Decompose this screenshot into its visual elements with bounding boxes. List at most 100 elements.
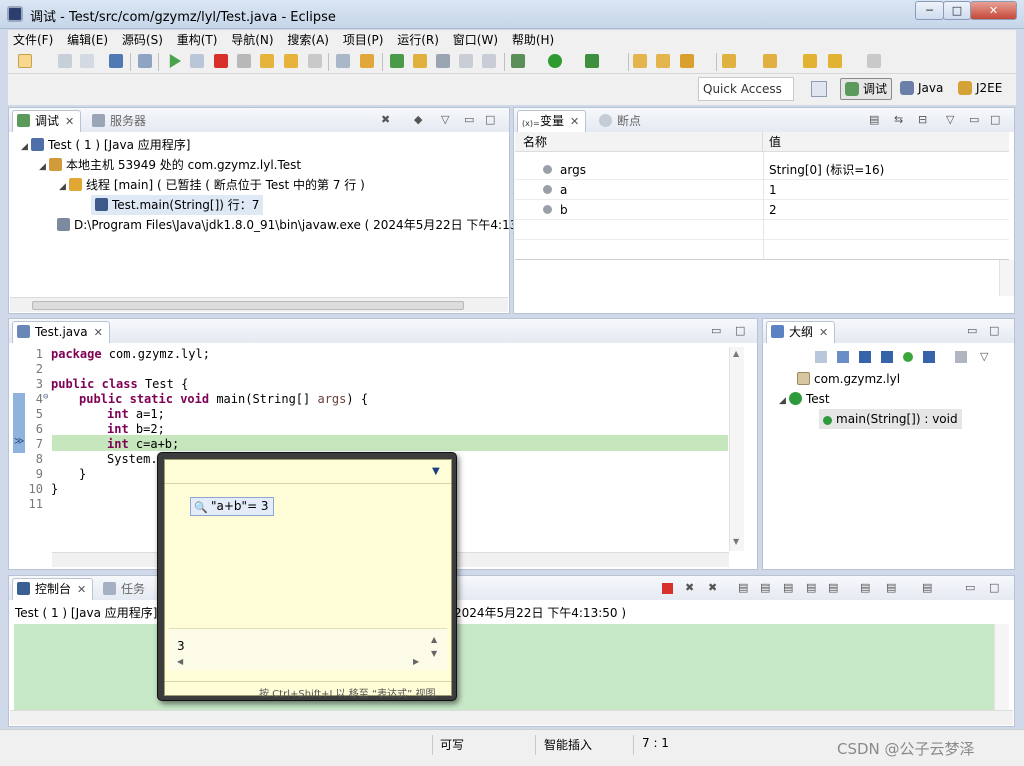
menu-search[interactable]: 搜索(A) [282, 30, 334, 50]
chevron-down-icon[interactable]: ▼ [432, 466, 440, 477]
console-vscrollbar[interactable] [994, 624, 1009, 710]
menu-navigate[interactable]: 导航(N) [226, 30, 278, 50]
open-resource-icon[interactable] [656, 54, 670, 68]
new-icon[interactable] [18, 54, 32, 68]
save-icon[interactable] [58, 54, 72, 68]
menu-file[interactable]: 文件(F) [8, 30, 58, 50]
menu-window[interactable]: 窗口(W) [448, 30, 503, 50]
menu-help[interactable]: 帮助(H) [507, 30, 559, 50]
outline-class[interactable]: ◢ Test [779, 389, 830, 409]
skip-breakpoints-icon[interactable] [138, 54, 152, 68]
minimize-view-icon[interactable]: ▭ [969, 113, 979, 126]
scroll-lock-icon[interactable]: ▤ [760, 581, 770, 594]
step-return-icon[interactable] [308, 54, 322, 68]
tab-console[interactable]: 控制台 ✕ [12, 578, 94, 600]
tree-item-process[interactable]: D:\Program Files\Java\jdk1.8.0_91\bin\ja… [57, 215, 521, 235]
column-value-header[interactable]: 值 [763, 132, 1009, 152]
show-type-names-icon[interactable]: ▤ [869, 113, 879, 126]
chevron-down-icon[interactable]: ▽ [946, 113, 954, 126]
minimize-button[interactable]: ─ [915, 1, 944, 20]
last-edit-icon[interactable] [803, 54, 817, 68]
collapse-all-icon[interactable]: ⊟ [918, 113, 927, 126]
pilcrow-icon[interactable] [482, 54, 496, 68]
quick-access-field[interactable]: Quick Access [698, 77, 794, 101]
tab-debug[interactable]: 调试 ✕ [12, 110, 82, 132]
perspective-j2ee[interactable]: J2EE [954, 78, 1006, 100]
menu-edit[interactable]: 编辑(E) [62, 30, 113, 50]
display-icon[interactable] [436, 54, 450, 68]
chevron-down-icon[interactable]: ▽ [980, 350, 988, 363]
display-console-icon[interactable]: ▤ [886, 581, 896, 594]
expression-tree-item[interactable]: 🔍 "a+b"= 3 [190, 497, 274, 516]
column-name-header[interactable]: 名称 [515, 132, 763, 152]
maximize-view-icon[interactable]: □ [989, 324, 999, 337]
show-on-error-icon[interactable]: ▤ [828, 581, 838, 594]
maximize-button[interactable]: □ [943, 1, 971, 20]
outline-method[interactable]: main(String[]) : void [819, 409, 962, 429]
use-step-filters-icon[interactable] [360, 54, 374, 68]
variables-detail-vscrollbar[interactable] [999, 260, 1014, 296]
debug-hscrollbar[interactable] [10, 297, 508, 312]
tab-breakpoints[interactable]: 断点 [594, 110, 648, 132]
sort-icon[interactable] [837, 351, 849, 363]
terminal-icon[interactable] [109, 54, 123, 68]
drop-to-frame-icon[interactable] [336, 54, 350, 68]
menu-run[interactable]: 运行(R) [392, 30, 444, 50]
suspend-icon[interactable] [190, 54, 204, 68]
link-editor-icon[interactable] [955, 351, 967, 363]
remove-all-terminated-icon[interactable]: ✖ [708, 581, 717, 594]
maximize-view-icon[interactable]: □ [485, 113, 495, 126]
terminate-icon[interactable] [662, 583, 673, 594]
tab-servers[interactable]: 服务器 [87, 110, 153, 132]
run-icon[interactable] [548, 54, 562, 68]
minimize-view-icon[interactable]: ▭ [464, 113, 474, 126]
terminate-icon[interactable] [214, 54, 228, 68]
prev-annotation-icon[interactable] [763, 54, 777, 68]
maximize-view-icon[interactable]: □ [990, 113, 1000, 126]
external-tools-icon[interactable] [585, 54, 599, 68]
forward-icon[interactable] [867, 54, 881, 68]
variable-row-b[interactable]: b 2 [515, 200, 1009, 220]
variable-row-a[interactable]: a 1 [515, 180, 1009, 200]
inspect-icon[interactable] [390, 54, 404, 68]
disconnect-icon[interactable] [237, 54, 251, 68]
perspective-debug[interactable]: 调试 [840, 78, 893, 100]
show-logical-structure-icon[interactable]: ⇆ [894, 113, 903, 126]
hide-fields-icon[interactable] [859, 351, 871, 363]
remove-all-terminated-icon[interactable]: ✖ [381, 113, 390, 126]
tree-item-launch[interactable]: ◢ Test ( 1 ) [Java 应用程序] [21, 135, 190, 155]
tab-tasks[interactable]: 任务 [98, 578, 152, 600]
close-tab-icon[interactable]: ✕ [94, 326, 103, 339]
open-type-icon[interactable] [633, 54, 647, 68]
back-icon[interactable] [828, 54, 842, 68]
close-tab-icon[interactable]: ✕ [819, 326, 828, 339]
variable-row-args[interactable]: args String[0] (标识=16) [515, 160, 1009, 180]
fold-collapse-icon[interactable]: ⊖ [43, 392, 48, 402]
tree-item-vm[interactable]: ◢ 本地主机 53949 处的 com.gzymz.lyl.Test [39, 155, 301, 175]
open-perspective-icon[interactable] [811, 81, 827, 97]
minimize-view-icon[interactable]: ▭ [711, 324, 721, 337]
show-on-output-icon[interactable]: ▤ [806, 581, 816, 594]
menu-refactor[interactable]: 重构(T) [172, 30, 223, 50]
tree-item-stackframe[interactable]: Test.main(String[]) 行：7 [91, 195, 264, 215]
save-all-icon[interactable] [80, 54, 94, 68]
expression-detail-pane[interactable]: 3 ▲ ▼ ◀ ▶ [169, 628, 447, 670]
close-button[interactable]: ✕ [970, 1, 1017, 20]
close-tab-icon[interactable]: ✕ [570, 115, 579, 128]
menu-project[interactable]: 项目(P) [338, 30, 389, 50]
step-into-icon[interactable] [260, 54, 274, 68]
pin-console-icon[interactable]: ▤ [860, 581, 870, 594]
tab-outline[interactable]: 大纲 ✕ [766, 321, 836, 343]
hide-local-types-icon[interactable] [923, 351, 935, 363]
debug-icon[interactable] [511, 54, 525, 68]
close-tab-icon[interactable]: ✕ [77, 583, 86, 596]
tab-test-java[interactable]: Test.java ✕ [12, 321, 110, 343]
search-icon[interactable] [680, 54, 694, 68]
collapse-all-icon[interactable] [815, 351, 827, 363]
perspective-java[interactable]: Java [896, 78, 947, 100]
maximize-view-icon[interactable]: □ [989, 581, 999, 594]
clear-console-icon[interactable]: ▤ [738, 581, 748, 594]
show-whitespace-icon[interactable] [459, 54, 473, 68]
tree-item-thread[interactable]: ◢ 线程 [main] ( 已暂挂 ( 断点位于 Test 中的第 7 行 ) [59, 175, 365, 195]
close-tab-icon[interactable]: ✕ [65, 115, 74, 128]
